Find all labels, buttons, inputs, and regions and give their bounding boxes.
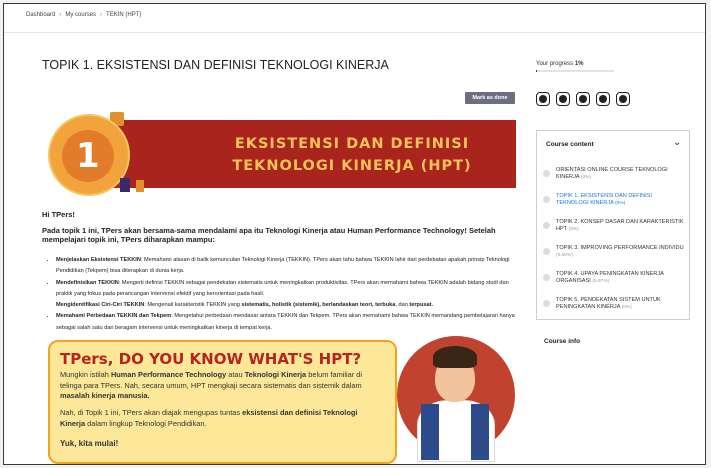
callout-paragraph: Mungkin istilah Human Performance Techno…	[60, 370, 363, 400]
status-dot-icon	[543, 248, 550, 255]
mark-as-done-button[interactable]: Mark as done	[465, 92, 515, 104]
status-dot-icon	[543, 300, 550, 307]
status-dot-icon	[543, 274, 550, 281]
breadcrumb: Dashboard › My courses › TEKIN (HPT)	[26, 12, 141, 18]
graduation-cap-icon[interactable]	[536, 92, 550, 106]
objectives-list: Menjelaskan Eksistensi TEKKIN: Memahami …	[48, 255, 522, 334]
course-content-item[interactable]: TOPIK 1. EKSISTENSI DAN DEFINISI TEKNOLO…	[543, 193, 689, 207]
course-content-item[interactable]: TOPIK 4. UPAYA PENINGKATAN KINERJA ORGAN…	[543, 271, 689, 285]
status-dot-icon	[543, 222, 550, 229]
course-content-item[interactable]: ORIENTASI ONLINE COURSE TEKNOLOGI KINERJ…	[543, 167, 689, 181]
greeting: Hi TPers!	[42, 210, 75, 219]
status-dot-icon	[543, 196, 550, 203]
topic-number-badge: 1	[48, 114, 130, 196]
book-icon[interactable]	[616, 92, 630, 106]
callout-closing: Yuk, kita mulai!	[60, 439, 119, 448]
decoration-icon	[136, 180, 144, 192]
course-content-item[interactable]: TOPIK 2. KONSEP DASAR DAN KARAKTERISTIK …	[543, 219, 689, 233]
hpt-callout: TPers, DO YOU KNOW WHAT'S HPT? Mungkin i…	[48, 340, 397, 464]
breadcrumb-my-courses[interactable]: My courses	[65, 12, 96, 18]
intro-paragraph: Pada topik 1 ini, TPers akan bersama-sam…	[42, 226, 496, 244]
banner-title-line1: EKSISTENSI DAN DEFINISI	[234, 136, 470, 152]
chevron-down-icon[interactable]: ⌄	[673, 137, 681, 148]
activity-icons	[536, 92, 630, 106]
course-info-link[interactable]: Course info	[544, 338, 580, 345]
topic-number: 1	[76, 136, 100, 176]
edit-icon[interactable]	[596, 92, 610, 106]
progress-fill	[536, 70, 537, 72]
course-content-header: Course content	[546, 141, 594, 148]
chevron-right-icon: ›	[59, 12, 62, 18]
topic-banner: 1 EKSISTENSI DAN DEFINISI TEKNOLOGI KINE…	[42, 108, 516, 198]
progress-bar	[536, 70, 614, 72]
group-icon[interactable]	[576, 92, 590, 106]
chat-icon[interactable]	[556, 92, 570, 106]
presenter-illustration	[395, 330, 515, 464]
progress-label: Your progress 1%	[536, 61, 584, 67]
course-content-panel: Course content ⌄ ORIENTASI ONLINE COURSE…	[536, 130, 690, 320]
callout-paragraph: Nah, di Topik 1 ini, TPers akan diajak m…	[60, 408, 358, 428]
page-title: TOPIK 1. EKSISTENSI DAN DEFINISI TEKNOLO…	[42, 58, 389, 72]
banner-band	[100, 120, 516, 188]
decoration-icon	[120, 178, 130, 192]
callout-title: TPers, DO YOU KNOW WHAT'S HPT?	[60, 350, 362, 368]
breadcrumb-course[interactable]: TEKIN (HPT)	[106, 12, 141, 18]
banner-title-line2: TEKNOLOGI KINERJA (HPT)	[232, 158, 472, 174]
list-item: Menjelaskan Eksistensi TEKKIN: Memahami …	[56, 255, 522, 278]
chevron-right-icon: ›	[100, 12, 103, 18]
page-frame: Dashboard › My courses › TEKIN (HPT) TOP…	[3, 3, 706, 465]
status-dot-icon	[543, 170, 550, 177]
course-content-item[interactable]: TOPIK 5. PENDEKATAN SISTEM UNTUK PENINGK…	[543, 297, 689, 311]
divider	[4, 32, 705, 33]
course-content-item[interactable]: TOPIK 3. IMPROVING PERFORMANCE INDIVIDU …	[543, 245, 689, 259]
list-item: Mendefinisikan TEKKIN: Mengerti definisi…	[56, 278, 522, 312]
breadcrumb-dashboard[interactable]: Dashboard	[26, 12, 55, 18]
